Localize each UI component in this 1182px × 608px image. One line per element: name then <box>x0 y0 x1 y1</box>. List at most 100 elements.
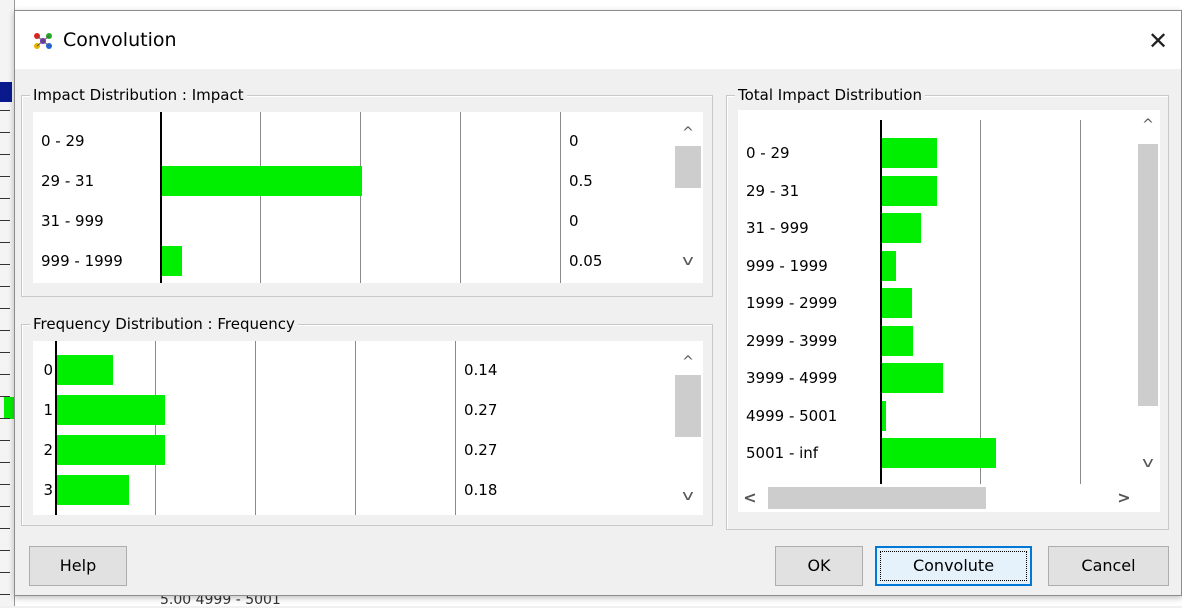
background-selected-cell <box>0 82 12 102</box>
frequency-vertical-scrollbar[interactable]: ^ v <box>673 341 703 515</box>
impact-distribution-chart: 0 - 29 0 29 - 31 0.5 31 - 999 0 999 - 1999 0.05 <box>33 112 673 283</box>
distribution-bar <box>57 475 129 505</box>
close-button[interactable]: ✕ <box>1135 21 1181 61</box>
title-bar: Convolution ✕ <box>15 11 1181 69</box>
background-row-tick <box>0 550 10 551</box>
total-impact-distribution-chart: 0 - 29 29 - 31 31 - 999 999 - 1999 1999 - 29… <box>738 110 1136 484</box>
total-impact-distribution-group: Total Impact Distribution 0 - 29 29 - 31 3… <box>726 86 1169 530</box>
probability-value: 0.05 <box>569 252 603 270</box>
scroll-right-arrow-icon[interactable]: > <box>1112 484 1136 512</box>
background-row-tick <box>0 132 10 133</box>
cancel-button[interactable]: Cancel <box>1048 546 1169 586</box>
gridline <box>1080 120 1081 484</box>
scroll-down-arrow-icon[interactable]: v <box>667 487 709 505</box>
probability-value: 0.27 <box>464 401 498 419</box>
distribution-bar <box>57 395 165 425</box>
distribution-bar <box>57 355 113 385</box>
background-row-tick <box>0 528 10 529</box>
scroll-left-arrow-icon[interactable]: < <box>738 484 762 512</box>
dialog-title: Convolution <box>63 29 177 51</box>
background-row-tick <box>0 110 10 111</box>
distribution-bar <box>882 400 886 431</box>
gridline <box>460 112 461 283</box>
row-label: 1 <box>43 401 53 419</box>
distribution-bar <box>882 250 896 281</box>
total-horizontal-scrollbar[interactable]: < > <box>738 484 1160 512</box>
background-row-tick <box>0 506 10 507</box>
ok-button[interactable]: OK <box>775 546 863 586</box>
scroll-down-arrow-icon[interactable]: v <box>667 252 709 270</box>
gridline <box>360 112 361 283</box>
convolute-button[interactable]: Convolute <box>875 546 1032 586</box>
probability-value: 0.27 <box>464 441 498 459</box>
row-label: 0 <box>43 361 53 379</box>
frequency-distribution-chart: 0 0.14 1 0.27 2 0.27 3 0.18 <box>33 341 673 515</box>
help-button[interactable]: Help <box>29 546 127 586</box>
scroll-down-arrow-icon[interactable]: v <box>1131 454 1165 472</box>
background-row-tick <box>0 440 10 441</box>
row-label: 5001 - inf <box>746 444 819 462</box>
probability-value: 0.18 <box>464 481 498 499</box>
background-row-tick <box>0 352 10 353</box>
distribution-bar <box>162 246 182 276</box>
row-label: 29 - 31 <box>41 172 95 190</box>
focus-rectangle <box>880 551 1027 581</box>
probability-value: 0.14 <box>464 361 498 379</box>
total-impact-distribution-legend: Total Impact Distribution <box>735 86 925 104</box>
convolution-dialog: Convolution ✕ Impact Distribution : Impa… <box>14 10 1182 596</box>
background-row-tick <box>0 374 10 375</box>
total-vertical-scrollbar[interactable]: ^ v <box>1136 110 1160 484</box>
frequency-distribution-group: Frequency Distribution : Frequency 0 0.14… <box>21 315 713 526</box>
background-row-tick <box>0 484 10 485</box>
gridline <box>980 120 981 484</box>
row-label: 31 - 999 <box>41 212 104 230</box>
scroll-thumb[interactable] <box>675 146 701 188</box>
distribution-bar <box>882 288 912 318</box>
scroll-thumb[interactable] <box>768 487 986 509</box>
row-label: 2 <box>43 441 53 459</box>
scroll-thumb[interactable] <box>675 375 701 437</box>
background-grid-strip <box>0 0 15 606</box>
row-label: 999 - 1999 <box>746 256 828 275</box>
background-row-tick <box>0 308 10 309</box>
impact-vertical-scrollbar[interactable]: ^ v <box>673 112 703 283</box>
background-row-tick <box>0 594 10 595</box>
distribution-bar <box>882 213 921 243</box>
row-label: 2999 - 3999 <box>746 331 838 350</box>
frequency-distribution-legend: Frequency Distribution : Frequency <box>30 315 298 333</box>
distribution-bar <box>57 435 165 465</box>
row-label: 0 - 29 <box>41 132 85 150</box>
probability-value: 0 <box>569 212 579 230</box>
scroll-up-arrow-icon[interactable]: ^ <box>673 124 703 142</box>
value-column-divider <box>455 341 456 515</box>
scroll-up-arrow-icon[interactable]: ^ <box>673 353 703 371</box>
background-row-tick <box>0 154 10 155</box>
probability-value: 0.5 <box>569 172 593 190</box>
background-row-tick <box>0 396 10 397</box>
row-label: 3999 - 4999 <box>746 369 838 387</box>
gridline <box>155 341 156 515</box>
background-row-tick <box>0 264 10 265</box>
background-row-tick <box>0 330 10 331</box>
scroll-up-arrow-icon[interactable]: ^ <box>1136 116 1160 134</box>
gridline <box>355 341 356 515</box>
scroll-thumb[interactable] <box>1138 144 1158 406</box>
distribution-bar <box>162 166 362 196</box>
distribution-bar <box>882 325 913 356</box>
distribution-bar <box>882 438 996 468</box>
distribution-bar <box>882 175 937 206</box>
distribution-bar <box>882 363 943 393</box>
background-row-tick <box>0 572 10 573</box>
row-label: 3 <box>43 481 53 499</box>
row-label: 999 - 1999 <box>41 252 123 270</box>
value-column-divider <box>560 112 561 283</box>
row-label: 4999 - 5001 <box>746 406 838 425</box>
background-green-bar <box>4 397 14 419</box>
app-icon <box>34 33 52 49</box>
gridline <box>255 341 256 515</box>
distribution-bar <box>882 138 937 168</box>
background-row-tick <box>0 286 10 287</box>
background-row-tick <box>0 198 10 199</box>
probability-value: 0 <box>569 132 579 150</box>
background-row-tick <box>0 220 10 221</box>
